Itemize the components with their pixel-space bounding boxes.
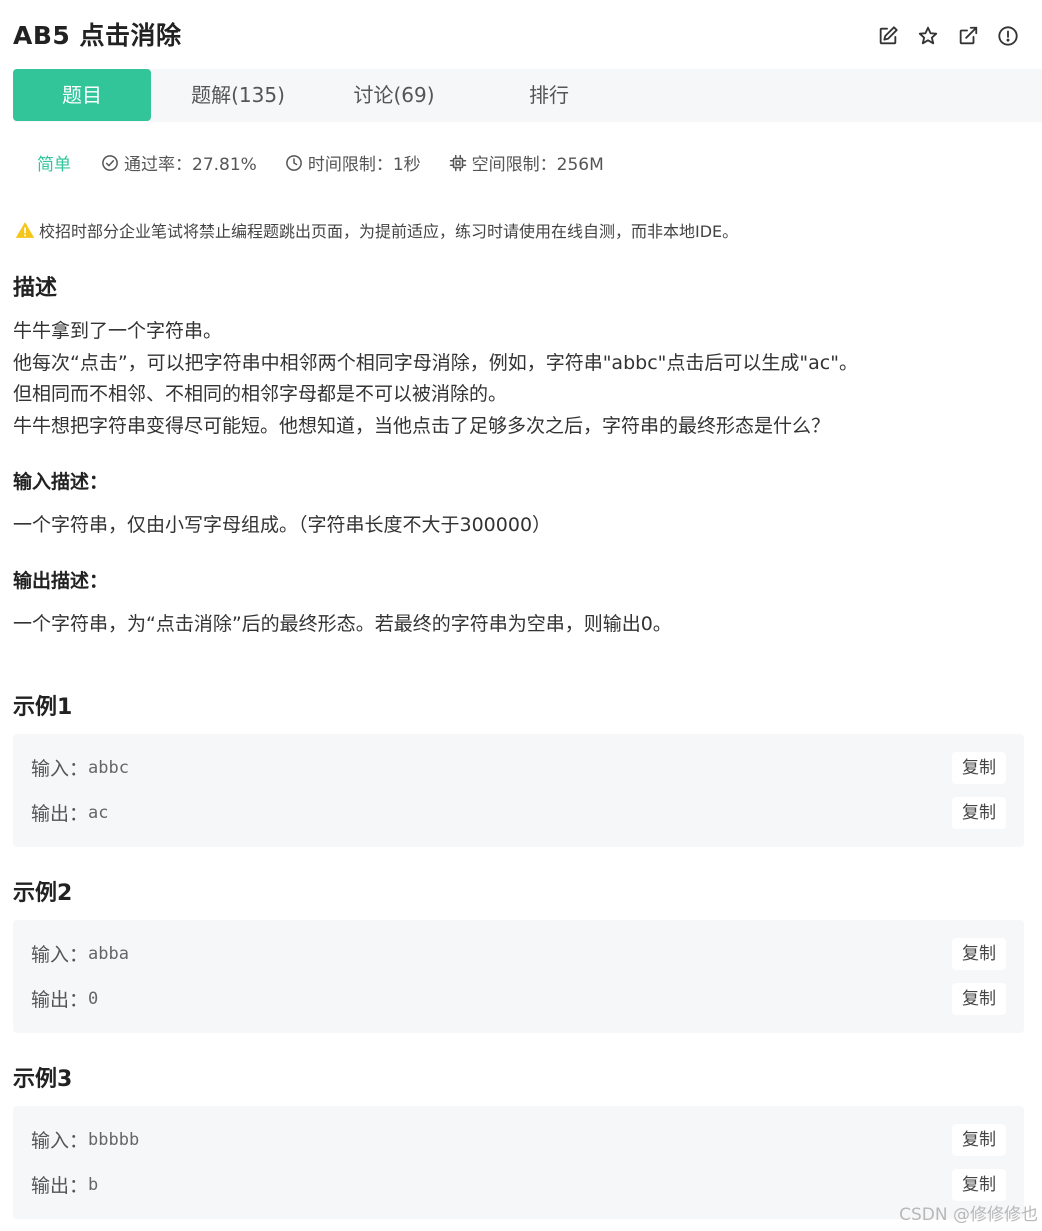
alert-circle-icon[interactable] <box>994 22 1022 50</box>
input-desc-text: 一个字符串，仅由小写字母组成。（字符串长度不大于300000） <box>13 514 552 536</box>
copy-output-button[interactable]: 复制 <box>952 1169 1006 1201</box>
tab-bar: 题目 题解(135) 讨论(69) 排行 <box>13 69 1042 122</box>
example-box: 输入： abbc 复制 输出： ac 复制 <box>13 734 1024 847</box>
tab-solutions[interactable]: 题解(135) <box>151 69 325 121</box>
external-link-icon[interactable] <box>954 22 982 50</box>
input-label: 输入： <box>31 758 89 780</box>
output-value[interactable]: ac <box>88 803 108 823</box>
time-limit-text: 时间限制：1秒 <box>307 155 421 175</box>
input-value[interactable]: bbbbb <box>88 1130 139 1150</box>
example-input-row: 输入： abba <box>31 940 129 967</box>
warning-icon <box>15 222 35 238</box>
copy-input-button[interactable]: 复制 <box>952 752 1006 784</box>
description-line: 牛牛想把字符串变得尽可能短。他想知道，当他点击了足够多次之后，字符串的最终形态是… <box>13 414 831 437</box>
pass-rate: 通过率：27.81% <box>101 150 257 175</box>
pass-rate-text: 通过率：27.81% <box>124 155 257 175</box>
output-label: 输出： <box>31 1175 89 1197</box>
output-value[interactable]: b <box>88 1175 98 1195</box>
input-label: 输入： <box>31 944 89 966</box>
example-input-row: 输入： bbbbb <box>31 1126 139 1153</box>
tab-ranking[interactable]: 排行 <box>463 69 635 121</box>
input-value[interactable]: abbc <box>88 758 129 778</box>
example-output-row: 输出： b <box>31 1171 98 1198</box>
edit-icon[interactable] <box>874 22 902 50</box>
problem-title: AB5 点击消除 <box>13 21 182 50</box>
time-limit: 时间限制：1秒 <box>285 150 421 175</box>
example-output-row: 输出： ac <box>31 799 109 826</box>
output-label: 输出： <box>31 989 89 1011</box>
tab-discussion[interactable]: 讨论(69) <box>325 69 463 121</box>
example-box: 输入： abba 复制 输出： 0 复制 <box>13 920 1024 1033</box>
example-title: 示例1 <box>13 695 73 720</box>
example-input-row: 输入： abbc <box>31 754 129 781</box>
output-label: 输出： <box>31 803 89 825</box>
space-limit: 空间限制：256M <box>449 150 604 175</box>
input-value[interactable]: abba <box>88 944 129 964</box>
example-box: 输入： bbbbb 复制 输出： b 复制 <box>13 1106 1024 1219</box>
input-desc-title: 输入描述： <box>13 471 109 493</box>
description-body: 牛牛拿到了一个字符串。 他每次“点击”，可以把字符串中相邻两个相同字母消除，例如… <box>13 316 858 442</box>
clock-icon <box>285 154 302 171</box>
output-value[interactable]: 0 <box>88 989 98 1009</box>
copy-input-button[interactable]: 复制 <box>952 1124 1006 1156</box>
description-line: 他每次“点击”，可以把字符串中相邻两个相同字母消除，例如，字符串"abbc"点击… <box>13 351 858 374</box>
problem-meta: 简单 通过率：27.81% 时间限制：1秒 空间限制：256M <box>37 150 632 175</box>
watermark: CSDN @修修修也 <box>899 1205 1038 1225</box>
example-output-row: 输出： 0 <box>31 985 98 1012</box>
header-toolbar <box>874 22 1022 50</box>
example-title: 示例2 <box>13 881 73 906</box>
input-label: 输入： <box>31 1130 89 1152</box>
difficulty-label: 简单 <box>37 155 71 175</box>
star-icon[interactable] <box>914 22 942 50</box>
warning-notice: 校招时部分企业笔试将禁止编程题跳出页面，为提前适应，练习时请使用在线自测，而非本… <box>15 218 738 242</box>
output-desc-text: 一个字符串，为“点击消除”后的最终形态。若最终的字符串为空串，则输出0。 <box>13 613 672 635</box>
description-line: 但相同而不相邻、不相同的相邻字母都是不可以被消除的。 <box>13 383 508 405</box>
copy-output-button[interactable]: 复制 <box>952 797 1006 829</box>
problem-header: AB5 点击消除 <box>13 18 1022 58</box>
copy-input-button[interactable]: 复制 <box>952 938 1006 970</box>
description-line: 牛牛拿到了一个字符串。 <box>13 320 223 342</box>
space-limit-text: 空间限制：256M <box>471 155 604 175</box>
chip-icon <box>449 154 466 171</box>
copy-output-button[interactable]: 复制 <box>952 983 1006 1015</box>
example-title: 示例3 <box>13 1067 73 1092</box>
warning-text: 校招时部分企业笔试将禁止编程题跳出页面，为提前适应，练习时请使用在线自测，而非本… <box>39 222 739 241</box>
check-circle-icon <box>102 154 118 171</box>
tab-problem[interactable]: 题目 <box>13 69 151 121</box>
description-title: 描述 <box>13 276 58 301</box>
output-desc-title: 输出描述： <box>13 570 109 592</box>
